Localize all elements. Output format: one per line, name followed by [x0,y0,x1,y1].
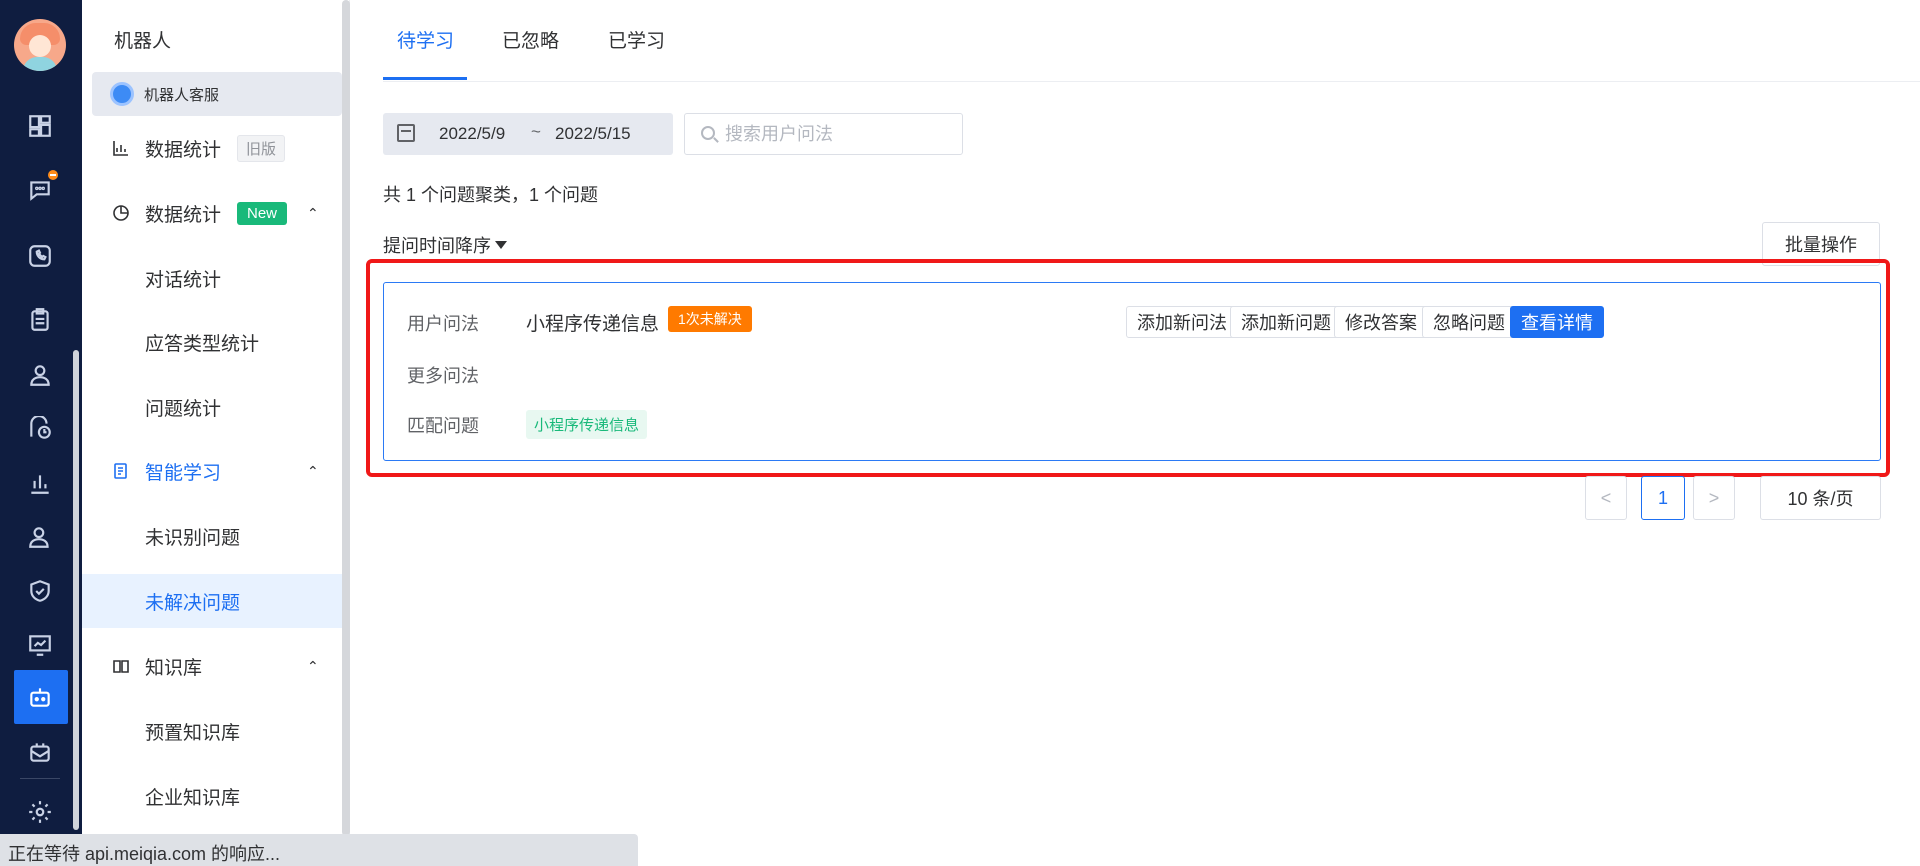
menu-item-label: 对话统计 [145,269,222,291]
robot-service-icon [110,82,134,106]
icon-rail [0,0,82,866]
phone-icon[interactable] [20,236,60,276]
sort-label: 提问时间降序 [383,236,491,256]
contact-icon[interactable] [20,517,60,557]
clipboard-icon[interactable] [20,300,60,340]
question-card: 用户问法 小程序传递信息 1次未解决 添加新问法 添加新问题 修改答案 忽略问题… [383,282,1881,461]
rail-scrollbar[interactable] [73,350,79,830]
robot-icon[interactable] [20,677,60,717]
menu-item-label: 知识库 [145,657,203,679]
menu-scrollbar[interactable] [342,0,350,836]
new-tag: New [237,201,288,225]
menu-item-label: 智能学习 [145,462,222,484]
unresolved-count-badge: 1次未解决 [668,306,752,332]
caret-down-icon [495,241,507,249]
dashboard-icon[interactable] [20,106,60,146]
tab-to-learn[interactable]: 待学习 [397,26,454,53]
menu-item-label: 数据统计 [145,139,222,161]
page-number-1[interactable]: 1 [1641,476,1685,520]
more-phrasings-label: 更多问法 [407,366,479,386]
ignore-question-button[interactable]: 忽略问题 [1422,306,1516,338]
date-end: 2022/5/15 [555,124,631,143]
robot-service-label: 机器人客服 [144,87,220,104]
matched-question-label: 匹配问题 [407,416,479,436]
menu-item-label: 企业知识库 [145,787,241,809]
shield-icon[interactable] [20,571,60,611]
menu-item-label: 问题统计 [145,398,222,420]
menu-item-smart-learning[interactable]: 智能学习 ⌃ [82,445,342,497]
menu-item-dialog-stats[interactable]: 对话统计 [82,252,342,304]
chevron-up-icon: ⌃ [307,462,319,479]
menu-item-stats-old[interactable]: 数据统计 旧版 [82,122,342,174]
browser-status-bar: 正在等待 api.meiqia.com 的响应... [0,834,638,866]
search-box [684,113,963,155]
menu-title: 机器人 [114,31,172,52]
date-range-picker[interactable]: 2022/5/9 ~ 2022/5/15 [383,113,673,155]
menu-item-stats-new[interactable]: 数据统计 New ⌃ [82,187,342,239]
tab-bar: 待学习 已忽略 已学习 [383,0,1920,82]
menu-item-label: 数据统计 [145,204,222,226]
user-question-text: 小程序传递信息 [526,314,660,335]
menu-item-preset-kb[interactable]: 预置知识库 [82,705,342,757]
date-start: 2022/5/9 [439,124,506,143]
document-icon [114,463,127,479]
rail-divider [20,778,60,779]
mail-robot-icon[interactable] [20,732,60,772]
tab-active-indicator [383,77,467,80]
menu-item-enterprise-kb[interactable]: 企业知识库 [82,770,342,822]
robot-service-tab[interactable]: 机器人客服 [92,72,342,116]
tab-learned[interactable]: 已学习 [608,26,665,53]
date-separator: ~ [531,122,541,141]
history-icon[interactable] [20,409,60,449]
menu-item-label: 未识别问题 [145,527,241,549]
monitor-icon[interactable] [20,625,60,665]
menu-item-label: 未解决问题 [145,592,241,614]
matched-question-tag[interactable]: 小程序传递信息 [526,410,648,439]
bar-chart-icon[interactable] [20,463,60,503]
menu-item-answer-type-stats[interactable]: 应答类型统计 [82,316,342,368]
menu-item-unresolved[interactable]: 未解决问题 [82,574,346,628]
settings-icon[interactable] [20,792,60,832]
calendar-icon [397,124,415,142]
tab-ignored[interactable]: 已忽略 [502,26,559,53]
result-summary: 共 1 个问题聚类，1 个问题 [383,185,599,205]
old-version-tag: 旧版 [237,134,286,162]
user-question-label: 用户问法 [407,314,479,334]
edit-answer-button[interactable]: 修改答案 [1334,306,1428,338]
prev-page-button[interactable]: < [1585,476,1627,520]
search-input[interactable] [725,122,945,146]
menu-item-label: 预置知识库 [145,722,241,744]
avatar[interactable] [14,19,66,71]
chevron-up-icon: ⌃ [307,204,319,221]
notification-badge [46,168,60,182]
pie-chart-icon [113,205,129,221]
view-details-button[interactable]: 查看详情 [1510,306,1604,338]
menu-item-unrecognized[interactable]: 未识别问题 [82,510,342,562]
side-menu: 机器人 机器人客服 数据统计 旧版 数据统计 New ⌃ 对话统计 应答类型统计… [82,0,350,866]
menu-item-label: 应答类型统计 [145,333,260,355]
add-question-button[interactable]: 添加新问题 [1230,306,1342,338]
book-icon [113,660,129,673]
user-icon[interactable] [20,355,60,395]
add-phrasing-button[interactable]: 添加新问法 [1126,306,1238,338]
search-icon [701,126,715,140]
chart-icon [113,141,128,156]
menu-item-question-stats[interactable]: 问题统计 [82,381,342,433]
chevron-up-icon: ⌃ [307,657,319,674]
sort-dropdown[interactable]: 提问时间降序 [383,232,507,258]
page-size-select[interactable]: 10 条/页 [1760,476,1881,520]
menu-item-knowledge-base[interactable]: 知识库 ⌃ [82,640,342,692]
next-page-button[interactable]: > [1693,476,1735,520]
